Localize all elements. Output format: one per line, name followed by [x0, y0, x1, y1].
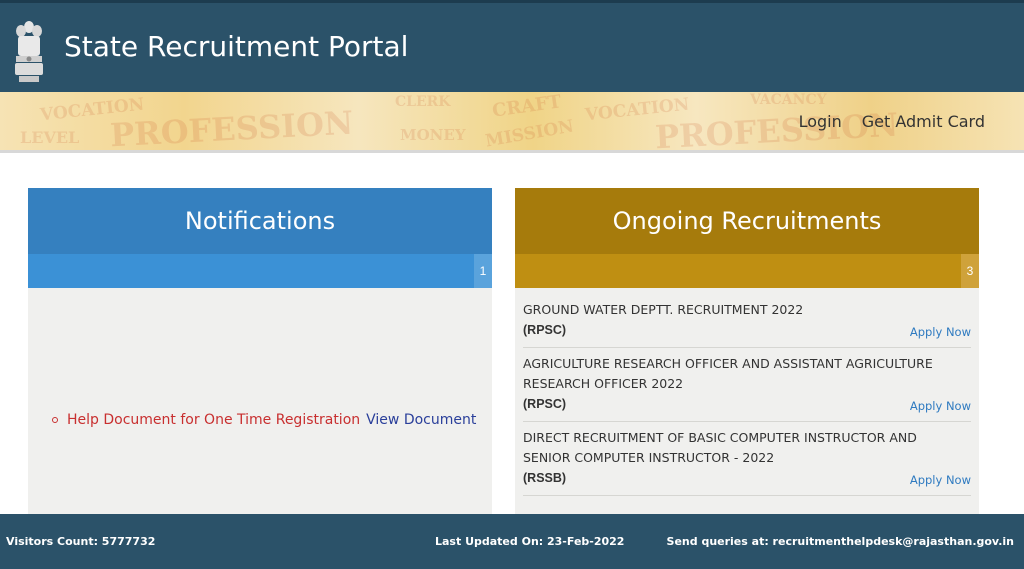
recruitment-org: (RSSB)	[523, 471, 567, 485]
site-footer: Visitors Count: 5777732 Last Updated On:…	[0, 514, 1024, 569]
notifications-panel: Notifications 1 Help Document for One Ti…	[28, 188, 492, 514]
apply-now-link[interactable]: Apply Now	[910, 473, 971, 487]
contact-email: Send queries at: recruitmenthelpdesk@raj…	[666, 535, 1014, 548]
recruitment-org: (RPSC)	[523, 397, 567, 411]
list-item: AGRICULTURE RESEARCH OFFICER AND ASSISTA…	[523, 348, 971, 422]
last-updated: Last Updated On: 23-Feb-2022	[435, 535, 625, 548]
banner-decor-word: LEVEL	[20, 128, 80, 147]
list-item: GROUND WATER DEPTT. RECRUITMENT 2022 (RP…	[523, 294, 971, 348]
recruitment-list: GROUND WATER DEPTT. RECRUITMENT 2022 (RP…	[515, 294, 979, 496]
recruitments-title: Ongoing Recruitments	[515, 188, 979, 254]
banner-decor-word: MISSION	[483, 116, 576, 152]
recruitment-org: (RPSC)	[523, 323, 567, 337]
login-link[interactable]: Login	[799, 112, 842, 131]
banner-decor-word: MONEY	[400, 126, 466, 144]
list-item: DIRECT RECRUITMENT OF BASIC COMPUTER INS…	[523, 422, 971, 496]
get-admit-card-link[interactable]: Get Admit Card	[862, 112, 985, 131]
hero-banner: VOCATION PROFESSION LEVEL CLERK MONEY CR…	[0, 92, 1024, 152]
page-title: State Recruitment Portal	[64, 30, 409, 63]
notice-text: Help Document for One Time Registration	[67, 412, 361, 428]
view-document-link[interactable]: View Document	[366, 412, 476, 428]
banner-decor-word: CRAFT	[490, 92, 563, 122]
notifications-title: Notifications	[28, 188, 492, 254]
circle-bullet-icon	[52, 417, 58, 423]
page: State Recruitment Portal VOCATION PROFES…	[0, 0, 1024, 569]
recruitments-panel: Ongoing Recruitments 3 GROUND WATER DEPT…	[515, 188, 979, 514]
banner-decor-word: VACANCY	[750, 92, 827, 108]
apply-now-link[interactable]: Apply Now	[910, 399, 971, 413]
recruitment-title: DIRECT RECRUITMENT OF BASIC COMPUTER INS…	[523, 430, 917, 465]
visitors-count: Visitors Count: 5777732	[6, 535, 156, 548]
banner-decor-word: PROFESSION	[109, 103, 355, 152]
apply-now-link[interactable]: Apply Now	[910, 325, 971, 339]
notifications-count-badge: 1	[474, 254, 492, 288]
recruitments-subbar: 3	[515, 254, 979, 288]
national-emblem-icon	[15, 21, 43, 82]
notifications-subbar: 1	[28, 254, 492, 288]
banner-decor-word: CLERK	[395, 94, 451, 110]
site-header: State Recruitment Portal	[0, 0, 1024, 92]
top-nav: Login Get Admit Card	[799, 112, 985, 131]
banner-divider	[0, 150, 1024, 153]
recruitments-count-badge: 3	[961, 254, 979, 288]
recruitment-title: AGRICULTURE RESEARCH OFFICER AND ASSISTA…	[523, 356, 933, 391]
recruitment-title: GROUND WATER DEPTT. RECRUITMENT 2022	[523, 302, 804, 317]
list-item: Help Document for One Time Registration …	[52, 412, 476, 428]
